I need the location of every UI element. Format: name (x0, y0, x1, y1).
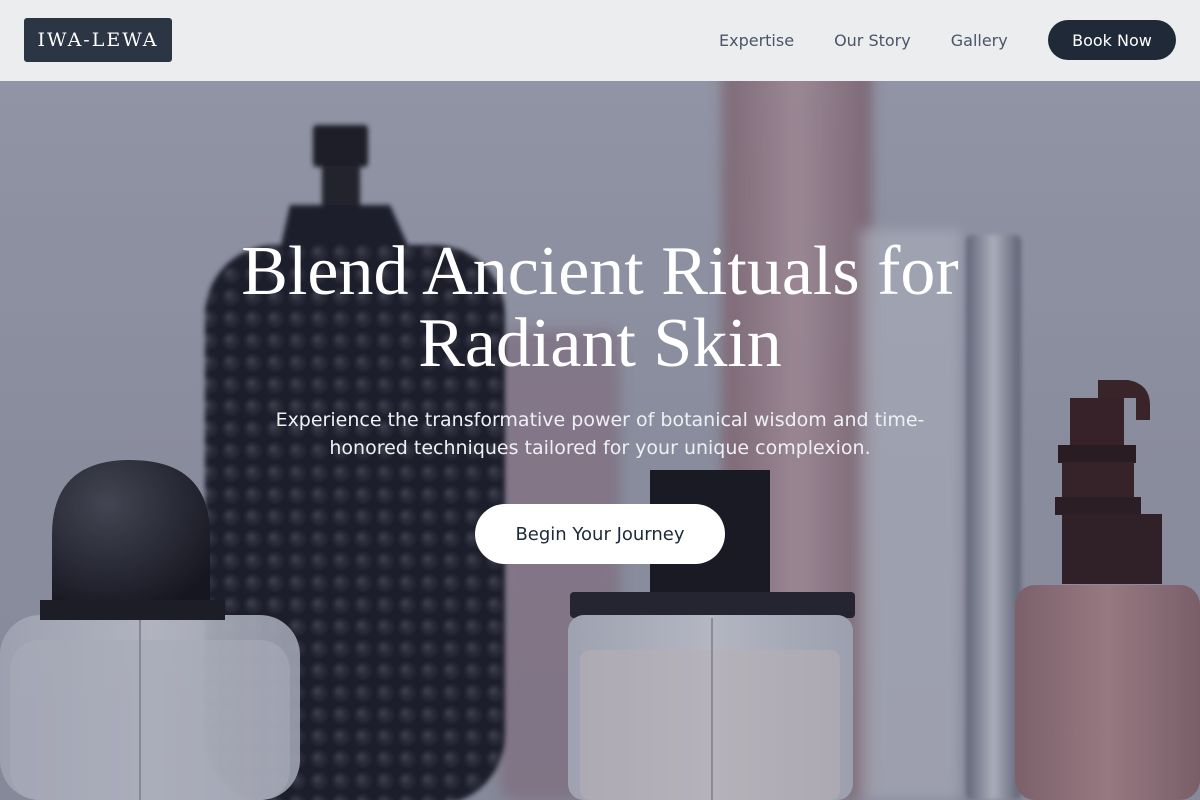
nav-link-expertise[interactable]: Expertise (719, 31, 794, 50)
hero-overlay (0, 81, 1200, 800)
main-nav: Expertise Our Story Gallery (700, 20, 1048, 60)
nav-link-our-story[interactable]: Our Story (834, 31, 911, 50)
book-now-button[interactable]: Book Now (1048, 20, 1176, 60)
nav-link-gallery[interactable]: Gallery (951, 31, 1008, 50)
site-header: IWA-LEWA Expertise Our Story Gallery Boo… (0, 0, 1200, 81)
begin-journey-button[interactable]: Begin Your Journey (475, 504, 725, 564)
brand-logo[interactable]: IWA-LEWA (24, 18, 172, 62)
hero-section (0, 81, 1200, 800)
